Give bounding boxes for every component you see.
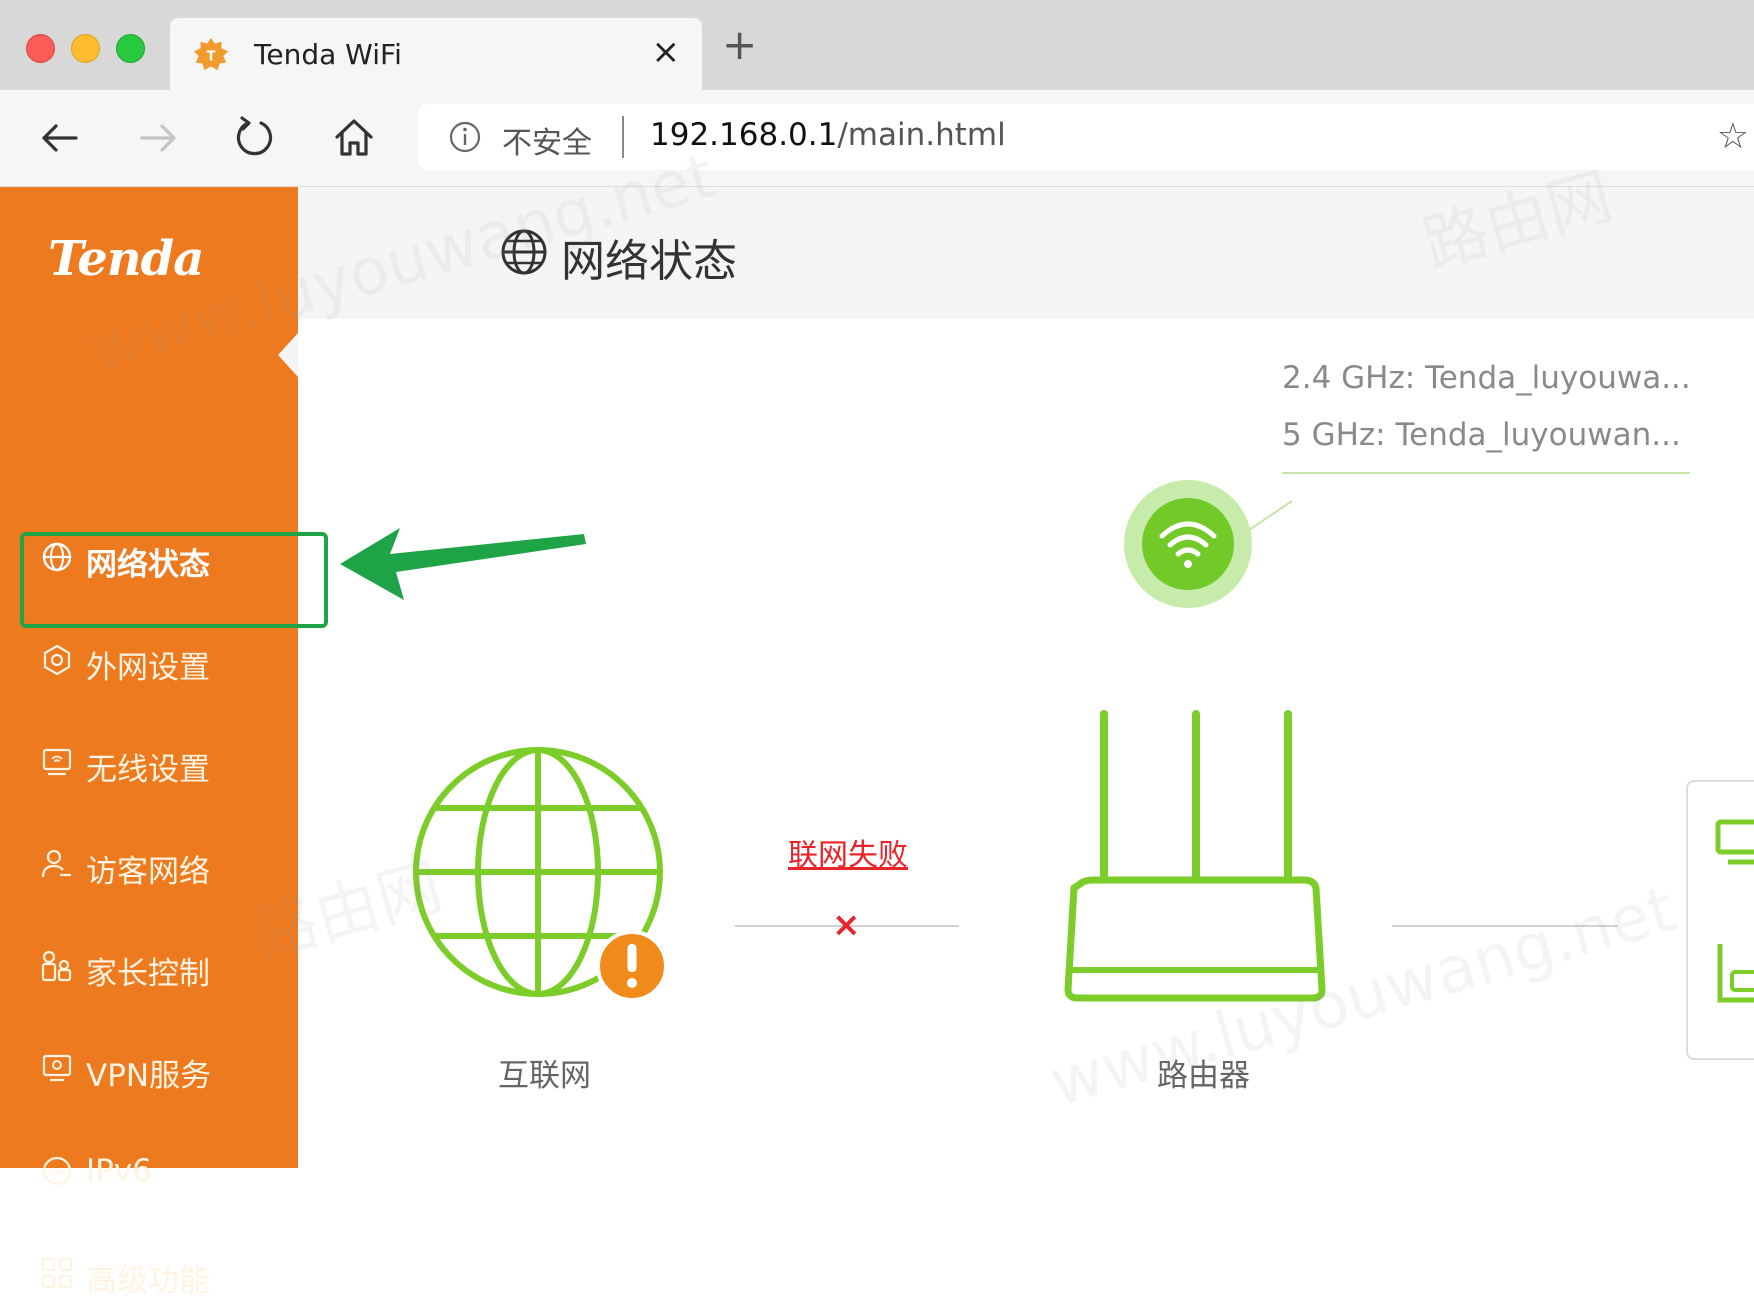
browser-tab[interactable]: T Tenda WiFi × <box>170 18 702 90</box>
router-client-line <box>1392 925 1618 927</box>
sidebar: Tenda 网络状态 外网设置 无线设置 访客网络 家长控制 VPN服务 IPv… <box>0 187 298 1299</box>
url-host: 192.168.0.1 <box>650 117 838 153</box>
tab-close-button[interactable]: × <box>652 32 681 72</box>
new-tab-button[interactable]: + <box>722 24 757 66</box>
guest-network-icon <box>41 849 71 878</box>
internet-label: 互联网 <box>498 1058 591 1094</box>
internet-globe-icon <box>413 747 668 1002</box>
wifi-icon[interactable] <box>1122 478 1254 610</box>
active-indicator <box>278 333 298 377</box>
router-label: 路由器 <box>1157 1058 1250 1094</box>
url-text: 192.168.0.1/main.html <box>650 117 1006 153</box>
sidebar-item-label: 访客网络 <box>86 854 210 890</box>
ssid-connector-line <box>1282 472 1690 474</box>
sidebar-item-advanced[interactable]: 高级功能 <box>40 1249 280 1299</box>
back-arrow-icon[interactable] <box>34 112 86 164</box>
sidebar-item-label: VPN服务 <box>86 1058 212 1094</box>
url-path: /main.html <box>837 117 1006 153</box>
connection-failed-link[interactable]: 联网失败 <box>788 830 908 874</box>
window-minimize-button[interactable] <box>71 34 100 63</box>
phone-icon <box>1717 944 1754 1003</box>
vpn-icon <box>42 1054 72 1082</box>
pointer-arrow-icon <box>340 528 586 600</box>
sidebar-item-label: 无线设置 <box>86 752 210 788</box>
computer-icon <box>1715 819 1754 865</box>
router-icon <box>1064 710 1326 1002</box>
sidebar-item-label: 高级功能 <box>86 1263 210 1299</box>
tenda-favicon-icon: T <box>193 37 229 71</box>
window-zoom-button[interactable] <box>116 34 145 63</box>
wireless-settings-highlight <box>20 532 328 628</box>
sidebar-item-label: 外网设置 <box>86 650 210 686</box>
sidebar-item-wireless-settings[interactable]: 无线设置 <box>40 738 280 788</box>
address-separator <box>622 116 624 158</box>
page-title: 网络状态 <box>561 236 737 287</box>
advanced-icon <box>41 1257 73 1289</box>
sidebar-item-vpn[interactable]: VPN服务 <box>40 1044 280 1094</box>
page-header: 网络状态 <box>299 187 1754 319</box>
sidebar-item-label: 家长控制 <box>86 956 210 992</box>
ssid-5g: 5 GHz: Tenda_luyouwan... <box>1282 417 1681 453</box>
not-secure-label: 不安全 <box>502 126 592 161</box>
reload-icon[interactable] <box>228 112 280 164</box>
tab-title: Tenda WiFi <box>254 38 402 71</box>
sidebar-item-parental-control[interactable]: 家长控制 <box>40 942 280 992</box>
browser-toolbar: 不安全 192.168.0.1/main.html ☆ <box>0 90 1754 187</box>
sidebar-item-wan-settings[interactable]: 外网设置 <box>40 636 280 686</box>
globe-icon <box>501 229 547 275</box>
connection-failed-mark: × <box>832 905 861 945</box>
sidebar-item-guest-network[interactable]: 访客网络 <box>40 840 280 890</box>
ipv6-icon: IPv6 <box>42 1156 72 1186</box>
info-icon[interactable] <box>448 120 482 154</box>
home-icon[interactable] <box>328 112 380 164</box>
svg-text:IPv6: IPv6 <box>47 1168 66 1178</box>
svg-text:T: T <box>206 50 215 65</box>
forward-arrow-icon[interactable] <box>132 112 184 164</box>
ssid-2g: 2.4 GHz: Tenda_luyouwa... <box>1282 360 1691 396</box>
sidebar-item-ipv6[interactable]: IPv6 IPv6 <box>40 1147 280 1197</box>
bookmark-star-icon[interactable]: ☆ <box>1717 116 1749 157</box>
address-bar[interactable]: 不安全 192.168.0.1/main.html ☆ <box>418 104 1754 170</box>
tenda-logo: Tenda <box>48 231 204 287</box>
sidebar-item-label: IPv6 <box>86 1153 152 1189</box>
browser-tab-strip: T Tenda WiFi × + <box>0 0 1754 90</box>
wireless-settings-icon <box>42 748 72 776</box>
parental-control-icon <box>41 950 72 982</box>
window-close-button[interactable] <box>26 34 55 63</box>
client-devices-card[interactable] <box>1686 780 1754 1060</box>
wan-settings-icon <box>43 644 71 676</box>
